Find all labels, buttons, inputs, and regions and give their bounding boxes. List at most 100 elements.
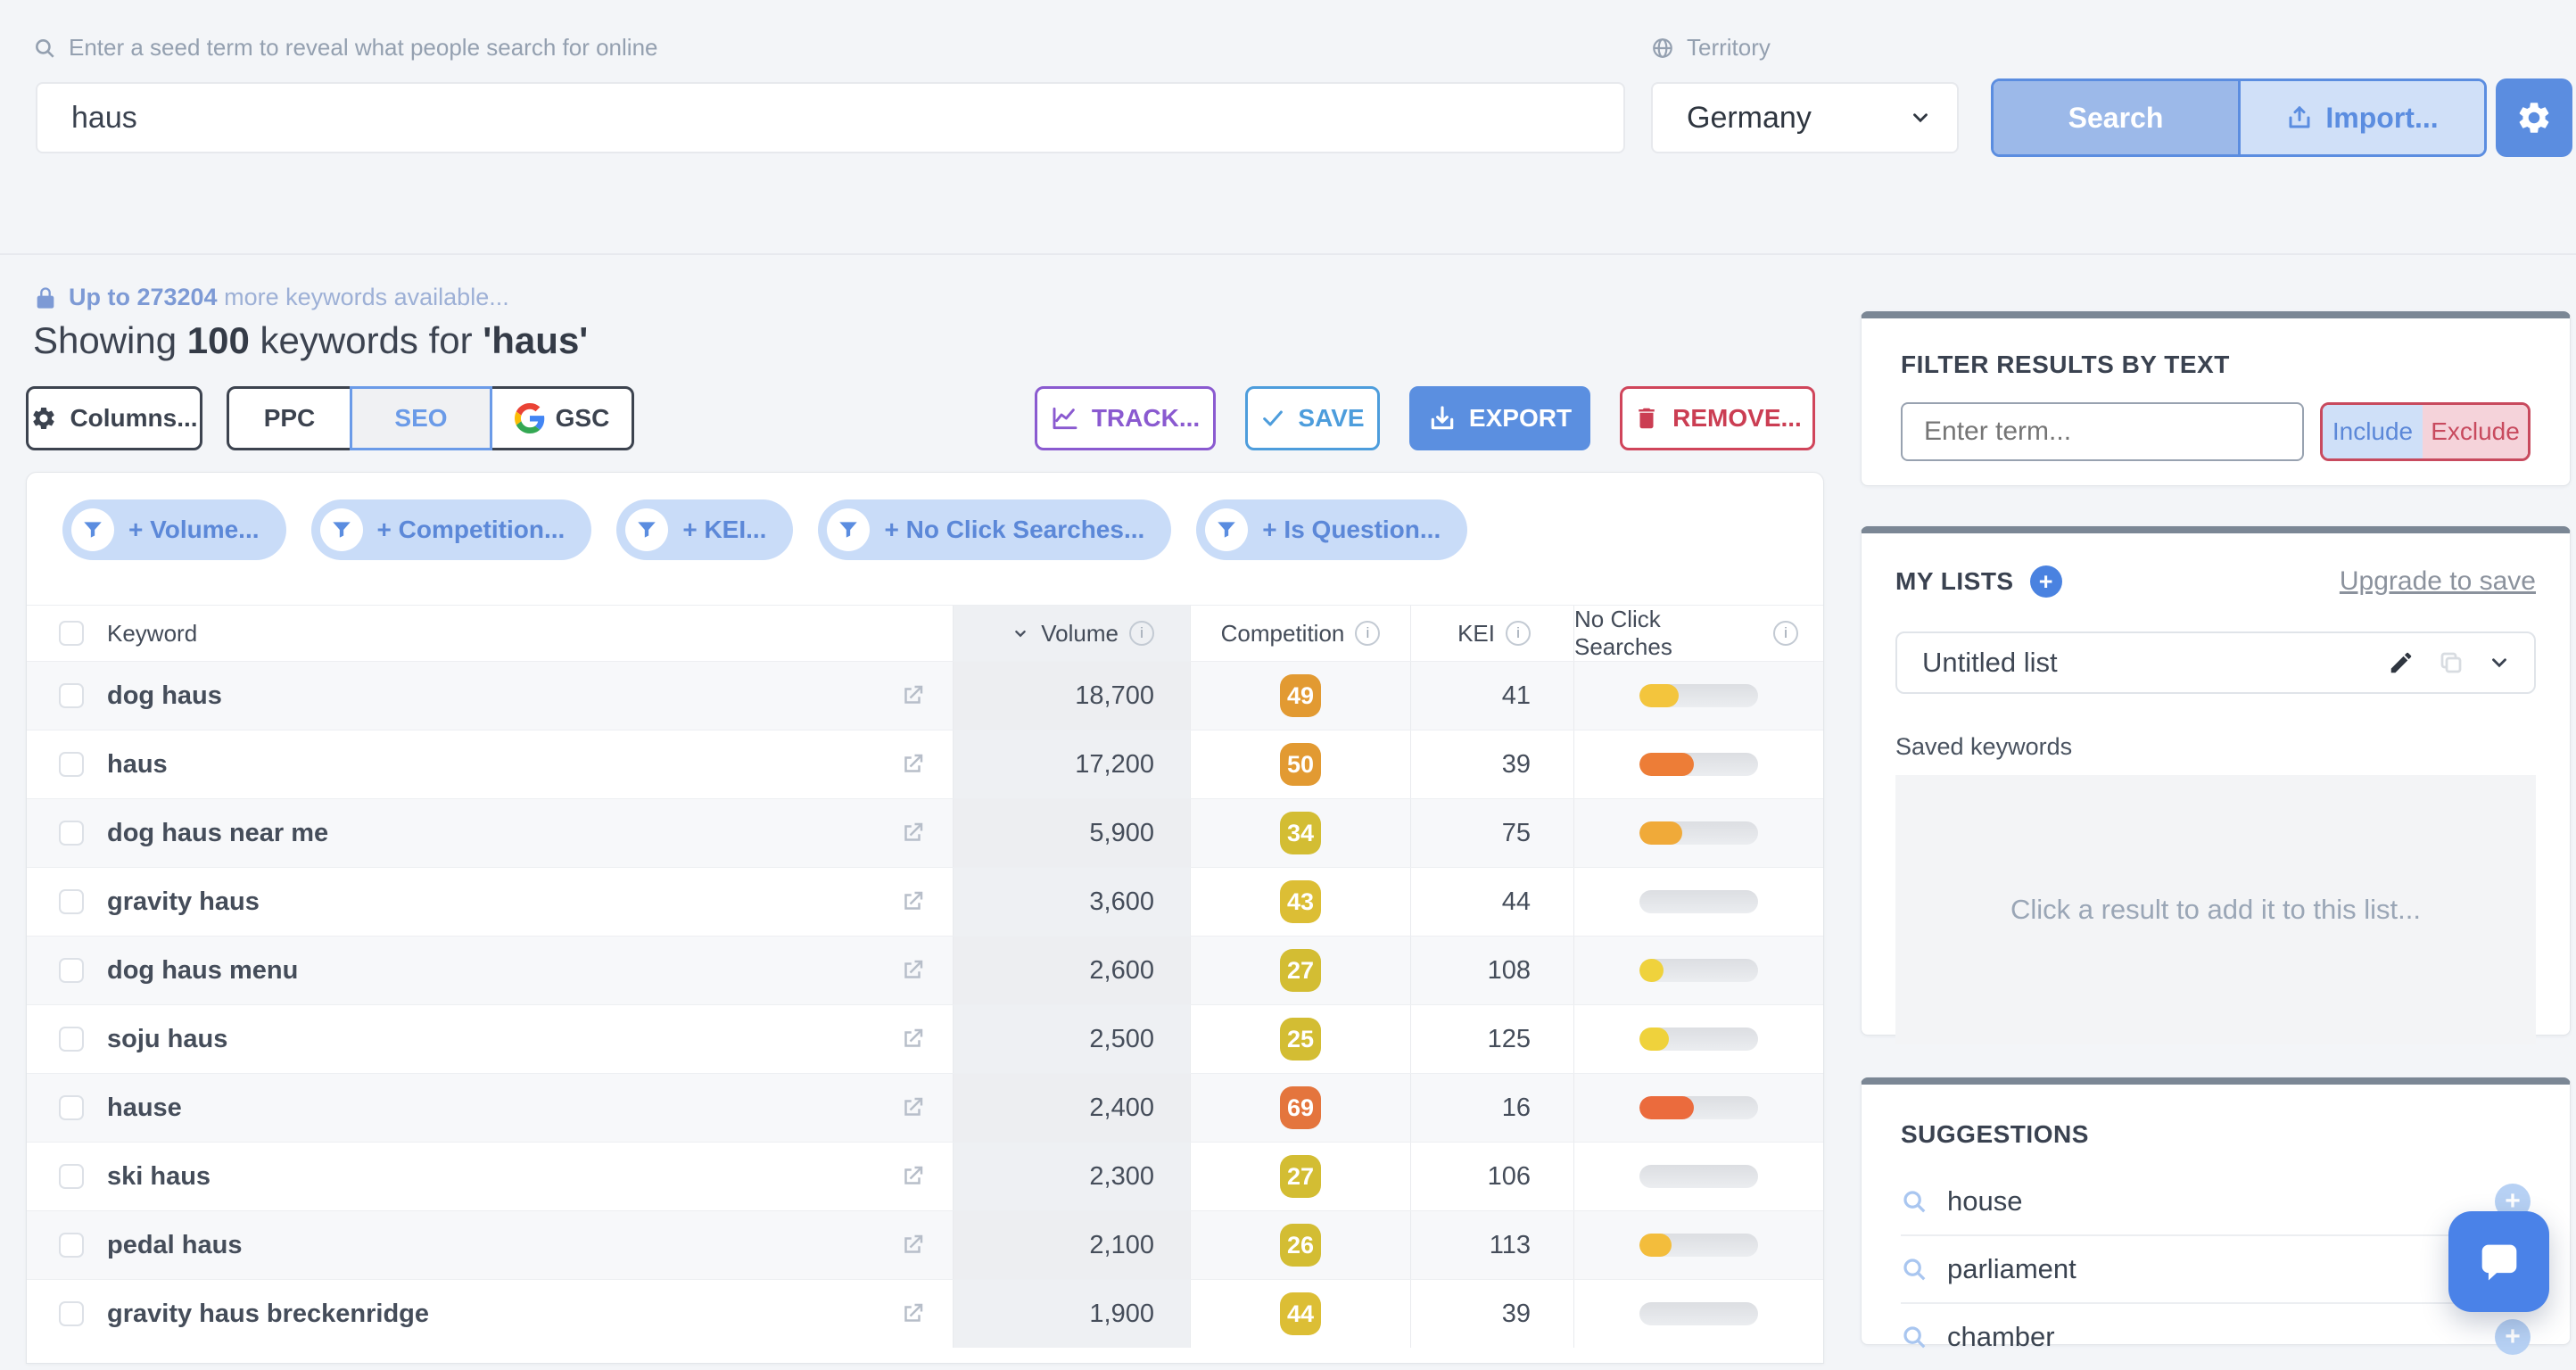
column-volume[interactable]: Volume [1041,620,1119,648]
export-button[interactable]: EXPORT [1409,386,1590,450]
table-row[interactable]: pedal haus 2,100 26 113 [27,1210,1823,1279]
exclude-button[interactable]: Exclude [2423,405,2528,458]
add-list-button[interactable]: + [2030,565,2062,598]
upgrade-to-save-link[interactable]: Upgrade to save [2340,566,2536,597]
row-checkbox[interactable] [59,889,84,914]
row-checkbox[interactable] [59,1095,84,1120]
chevron-down-icon[interactable] [2488,651,2511,674]
competition-badge: 27 [1280,1155,1321,1198]
search-icon [1901,1188,1928,1215]
kei-cell: 16 [1502,1094,1531,1123]
add-filter-chip[interactable]: + Competition... [311,499,592,560]
external-link-icon[interactable] [899,957,926,984]
competition-badge: 34 [1280,812,1321,854]
settings-button[interactable] [2496,78,2572,157]
search-import-group: Search Import... [1991,78,2487,157]
competition-badge: 27 [1280,949,1321,992]
external-link-icon[interactable] [899,751,926,778]
column-no-click-searches[interactable]: No Click Searches [1574,606,1763,661]
column-kei[interactable]: KEI [1457,620,1495,648]
external-link-icon[interactable] [899,820,926,846]
row-checkbox[interactable] [59,958,84,983]
check-icon [1260,406,1285,431]
external-link-icon[interactable] [899,1232,926,1259]
external-link-icon[interactable] [899,682,926,709]
search-icon [1901,1256,1928,1283]
funnel-icon [827,508,870,551]
chat-launcher-button[interactable] [2448,1211,2549,1312]
keyword-cell: hause [107,1094,182,1123]
include-exclude-toggle: Include Exclude [2320,402,2531,461]
volume-cell: 3,600 [1089,887,1154,917]
row-checkbox[interactable] [59,1164,84,1189]
list-selector[interactable]: Untitled list [1895,631,2536,694]
search-term: 'haus' [483,319,588,361]
volume-cell: 2,300 [1089,1162,1154,1192]
row-checkbox[interactable] [59,683,84,708]
competition-badge: 44 [1280,1292,1321,1335]
remove-button[interactable]: REMOVE... [1620,386,1815,450]
search-icon [33,37,56,60]
suggestion-item[interactable]: parliament + [1901,1234,2531,1302]
table-row[interactable]: dog haus near me 5,900 34 75 [27,798,1823,867]
line-chart-icon [1051,404,1079,433]
import-button[interactable]: Import... [2238,81,2484,154]
keywords-available-banner[interactable]: Up to 273204 more keywords available... [33,284,509,311]
track-button[interactable]: TRACK... [1035,386,1216,450]
select-all-checkbox[interactable] [59,621,84,646]
external-link-icon[interactable] [899,1094,926,1121]
info-icon[interactable]: i [1355,621,1380,646]
add-filter-chip[interactable]: + No Click Searches... [818,499,1171,560]
funnel-icon [1205,508,1248,551]
column-keyword[interactable]: Keyword [107,620,197,648]
table-row[interactable]: hause 2,400 69 16 [27,1073,1823,1142]
add-suggestion-button[interactable]: + [2495,1319,2531,1355]
info-icon[interactable]: i [1129,621,1154,646]
add-filter-chip[interactable]: + KEI... [616,499,793,560]
external-link-icon[interactable] [899,1300,926,1327]
table-row[interactable]: gravity haus 3,600 43 44 [27,867,1823,936]
search-button[interactable]: Search [1994,81,2238,154]
territory-select[interactable]: Germany [1651,82,1959,153]
tab-seo[interactable]: SEO [350,386,492,450]
external-link-icon[interactable] [899,888,926,915]
row-checkbox[interactable] [59,1233,84,1258]
row-checkbox[interactable] [59,821,84,846]
columns-button[interactable]: Columns... [26,386,202,450]
filter-term-input[interactable] [1901,402,2304,461]
kei-cell: 125 [1488,1025,1531,1054]
table-row[interactable]: soju haus 2,500 25 125 [27,1004,1823,1073]
sort-desc-icon[interactable] [1011,623,1030,643]
google-logo-icon [515,403,545,433]
save-button[interactable]: SAVE [1245,386,1380,450]
row-checkbox[interactable] [59,1301,84,1326]
table-row[interactable]: gravity haus breckenridge 1,900 44 39 [27,1279,1823,1348]
keyword-cell: ski haus [107,1162,211,1192]
competition-badge: 69 [1280,1086,1321,1129]
table-row[interactable]: haus 17,200 50 39 [27,730,1823,798]
app-root: Enter a seed term to reveal what people … [0,0,2576,1338]
info-icon[interactable]: i [1506,621,1531,646]
table-row[interactable]: dog haus menu 2,600 27 108 [27,936,1823,1004]
competition-badge: 50 [1280,743,1321,786]
pencil-icon[interactable] [2388,649,2415,676]
suggestion-item[interactable]: house + [1901,1168,2531,1234]
row-checkbox[interactable] [59,752,84,777]
include-button[interactable]: Include [2323,405,2423,458]
table-row[interactable]: ski haus 2,300 27 106 [27,1142,1823,1210]
external-link-icon[interactable] [899,1026,926,1052]
no-click-searches-bar [1639,1096,1758,1119]
suggestion-item[interactable]: chamber + [1901,1302,2531,1370]
column-competition[interactable]: Competition [1221,620,1345,648]
add-filter-chip[interactable]: + Volume... [62,499,286,560]
tab-gsc[interactable]: GSC [490,386,634,450]
add-filter-chip[interactable]: + Is Question... [1196,499,1467,560]
tab-ppc[interactable]: PPC [227,386,352,450]
seed-term-input[interactable] [36,82,1625,153]
volume-cell: 1,900 [1089,1300,1154,1329]
copy-icon[interactable] [2438,649,2465,676]
info-icon[interactable]: i [1773,621,1798,646]
external-link-icon[interactable] [899,1163,926,1190]
row-checkbox[interactable] [59,1027,84,1052]
table-row[interactable]: dog haus 18,700 49 41 [27,661,1823,730]
